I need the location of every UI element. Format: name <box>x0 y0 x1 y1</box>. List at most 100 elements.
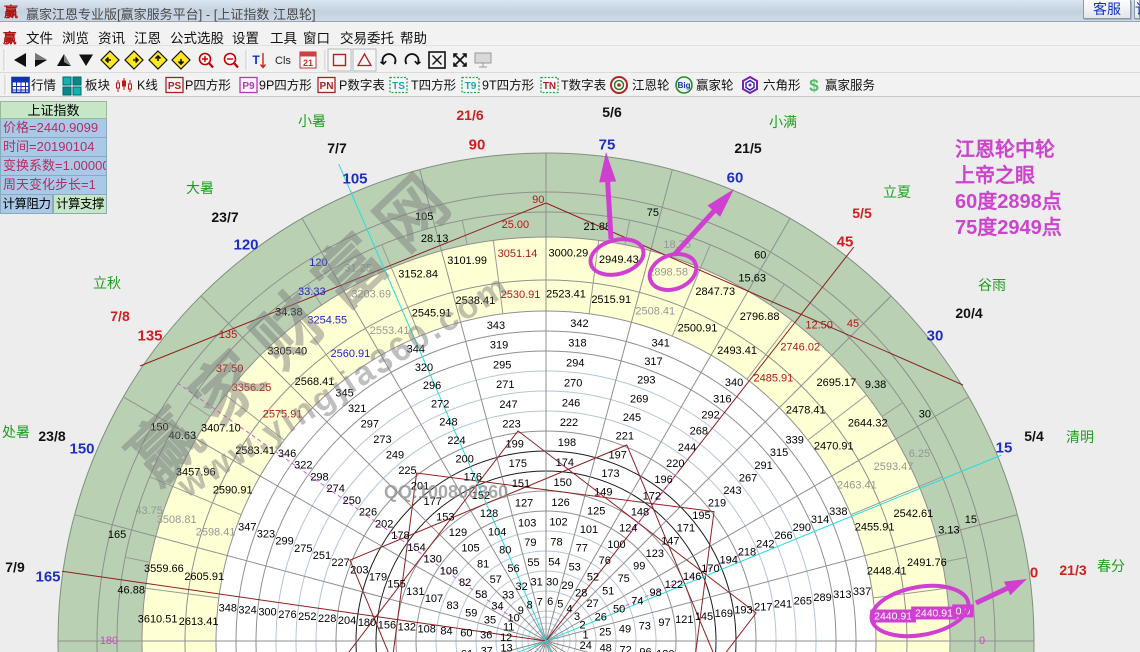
svg-text:266: 266 <box>774 530 792 542</box>
svg-text:126: 126 <box>551 497 569 509</box>
svg-text:T9: T9 <box>465 81 477 92</box>
svg-text:108: 108 <box>418 624 436 636</box>
svg-text:338: 338 <box>829 506 847 518</box>
svg-text:173: 173 <box>601 468 619 480</box>
svg-text:48: 48 <box>600 642 612 652</box>
svg-text:2605.91: 2605.91 <box>184 571 224 583</box>
svg-text:2440.91: 2440.91 <box>915 608 953 620</box>
svg-text:274: 274 <box>327 483 345 495</box>
svg-text:2542.61: 2542.61 <box>894 508 934 520</box>
svg-text:339: 339 <box>786 435 804 447</box>
svg-text:244: 244 <box>678 442 696 454</box>
svg-text:251: 251 <box>313 550 331 562</box>
svg-text:146: 146 <box>683 571 701 583</box>
svg-text:2593.47: 2593.47 <box>874 461 914 473</box>
svg-text:TN: TN <box>543 81 556 92</box>
svg-text:60: 60 <box>754 249 766 261</box>
svg-text:3051.14: 3051.14 <box>498 248 538 260</box>
svg-text:100: 100 <box>607 539 625 551</box>
svg-text:45: 45 <box>837 233 854 250</box>
svg-text:3559.66: 3559.66 <box>144 563 184 575</box>
svg-text:小暑: 小暑 <box>298 113 326 129</box>
svg-text:124: 124 <box>619 523 637 535</box>
svg-text:2500.91: 2500.91 <box>678 323 718 335</box>
svg-text:252: 252 <box>298 611 316 623</box>
svg-text:15: 15 <box>965 514 977 526</box>
svg-text:72: 72 <box>619 644 631 652</box>
svg-text:145: 145 <box>695 611 713 623</box>
svg-text:2: 2 <box>579 620 585 632</box>
svg-text:26: 26 <box>595 612 607 624</box>
svg-text:30: 30 <box>927 327 944 344</box>
svg-text:180: 180 <box>358 617 376 629</box>
svg-text:35: 35 <box>484 615 496 627</box>
svg-text:2598.41: 2598.41 <box>196 527 236 539</box>
svg-text:101: 101 <box>580 524 598 536</box>
svg-text:75: 75 <box>599 136 616 153</box>
svg-text:33: 33 <box>502 589 514 601</box>
svg-text:343: 343 <box>487 320 505 332</box>
svg-text:90: 90 <box>469 136 486 153</box>
svg-text:131: 131 <box>406 586 424 598</box>
svg-text:246: 246 <box>562 397 580 409</box>
svg-text:3101.99: 3101.99 <box>447 255 487 267</box>
svg-text:板块: 板块 <box>85 79 111 93</box>
svg-text:T数字表: T数字表 <box>561 78 607 93</box>
svg-text:76: 76 <box>599 555 611 567</box>
svg-text:12.50: 12.50 <box>805 320 833 332</box>
svg-text:125: 125 <box>587 505 605 517</box>
svg-text:132: 132 <box>398 621 416 633</box>
svg-text:196: 196 <box>654 474 672 486</box>
svg-text:3610.51: 3610.51 <box>138 614 178 626</box>
svg-text:174: 174 <box>556 457 574 469</box>
svg-text:P四方形: P四方形 <box>185 78 231 93</box>
svg-text:81: 81 <box>477 558 489 570</box>
svg-text:78: 78 <box>550 537 562 549</box>
svg-text:273: 273 <box>373 434 391 446</box>
svg-text:51: 51 <box>602 586 614 598</box>
svg-text:153: 153 <box>436 512 454 524</box>
svg-text:226: 226 <box>359 507 377 519</box>
svg-text:195: 195 <box>692 510 710 522</box>
svg-text:0: 0 <box>979 635 985 647</box>
svg-text:57: 57 <box>490 574 502 586</box>
svg-text:169: 169 <box>715 608 733 620</box>
svg-text:300: 300 <box>258 607 276 619</box>
svg-text:清明: 清明 <box>1066 429 1094 445</box>
svg-text:0: 0 <box>1030 564 1038 581</box>
svg-text:202: 202 <box>375 518 393 530</box>
svg-text:348: 348 <box>219 603 237 615</box>
svg-text:2644.32: 2644.32 <box>848 417 888 429</box>
svg-text:228: 228 <box>318 613 336 625</box>
svg-text:21: 21 <box>303 58 313 68</box>
svg-text:197: 197 <box>609 449 627 461</box>
svg-text:Big: Big <box>678 81 691 90</box>
svg-text:6.25: 6.25 <box>909 448 930 460</box>
svg-text:43.75: 43.75 <box>135 505 163 517</box>
svg-text:23/7: 23/7 <box>211 209 238 225</box>
svg-text:37: 37 <box>481 645 493 652</box>
svg-text:340: 340 <box>725 377 743 389</box>
svg-text:2485.91: 2485.91 <box>754 373 794 385</box>
svg-text:204: 204 <box>338 615 356 627</box>
svg-text:248: 248 <box>439 417 457 429</box>
svg-text:赢家轮: 赢家轮 <box>696 78 734 93</box>
svg-text:269: 269 <box>630 393 648 405</box>
svg-text:156: 156 <box>378 619 396 631</box>
svg-text:165: 165 <box>108 529 126 541</box>
svg-text:$: $ <box>809 76 819 95</box>
svg-text:222: 222 <box>560 417 578 429</box>
svg-text:247: 247 <box>499 399 517 411</box>
svg-text:82: 82 <box>459 577 471 589</box>
svg-text:342: 342 <box>570 318 588 330</box>
svg-text:3.13: 3.13 <box>938 525 959 537</box>
svg-text:15.63: 15.63 <box>738 272 766 284</box>
svg-text:49: 49 <box>619 624 631 636</box>
svg-text:2796.88: 2796.88 <box>740 311 780 323</box>
svg-text:13: 13 <box>500 642 512 652</box>
svg-text:102: 102 <box>549 517 567 529</box>
svg-text:317: 317 <box>644 356 662 368</box>
svg-text:347: 347 <box>238 521 256 533</box>
svg-text:2523.41: 2523.41 <box>546 289 586 301</box>
svg-text:55: 55 <box>527 557 539 569</box>
